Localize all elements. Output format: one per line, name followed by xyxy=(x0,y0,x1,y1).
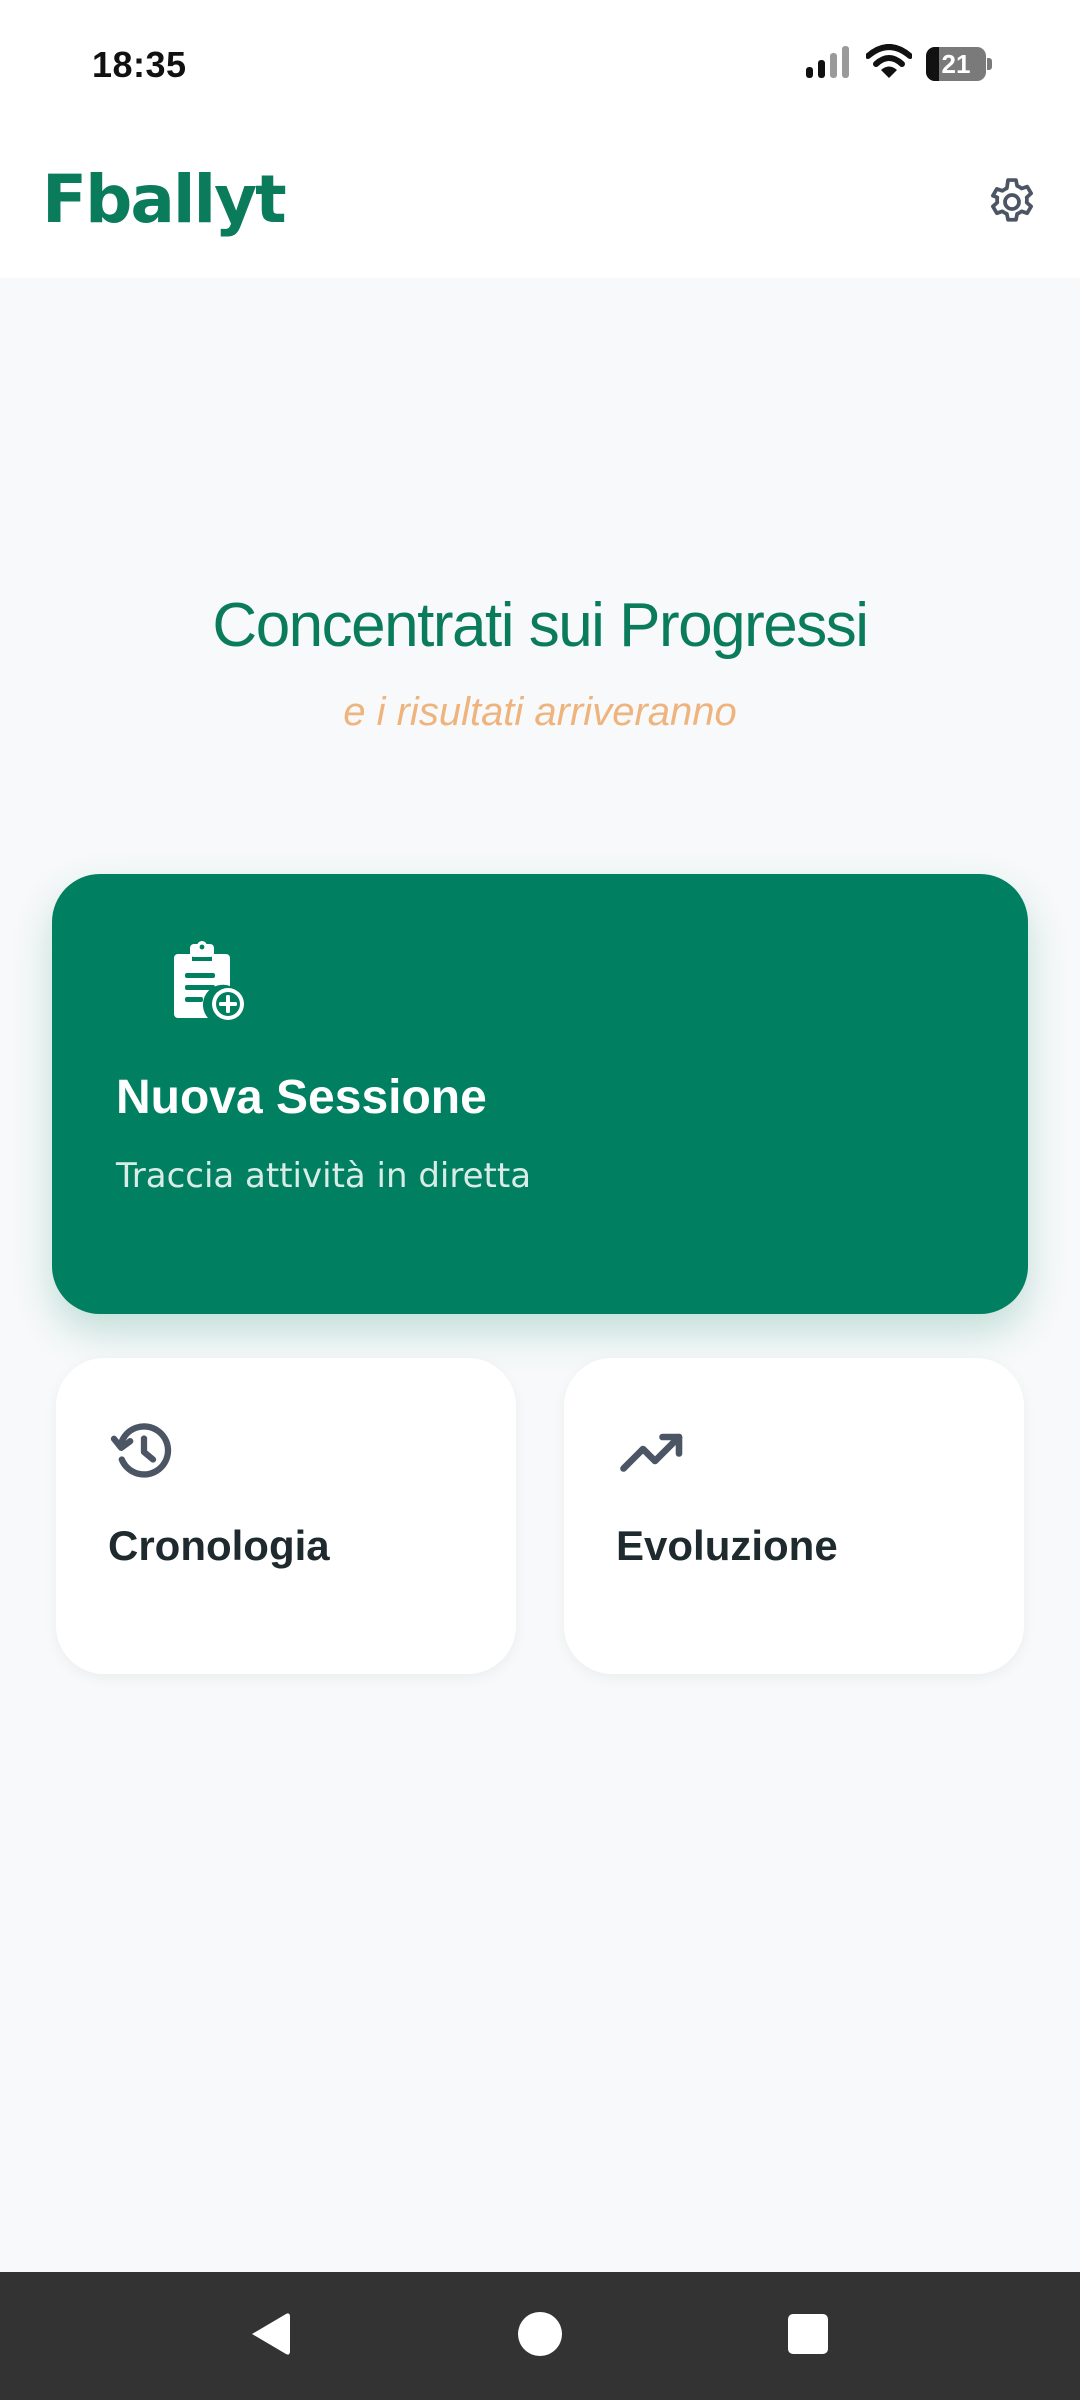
evolution-title: Evoluzione xyxy=(616,1522,838,1569)
status-time: 18:35 xyxy=(92,44,187,85)
recents-icon xyxy=(787,2313,829,2360)
evolution-card[interactable]: Evoluzione xyxy=(564,1358,1024,1674)
wifi-icon xyxy=(865,43,913,85)
hero-title: Concentrati sui Progressi xyxy=(212,591,869,660)
history-card[interactable]: Cronologia xyxy=(56,1358,516,1674)
home-icon xyxy=(517,2311,563,2362)
new-session-card[interactable]: Nuova Sessione Traccia attività in diret… xyxy=(52,874,1028,1314)
app-header: Fballyt xyxy=(0,130,1080,278)
battery-icon: 21 xyxy=(926,47,992,81)
back-icon xyxy=(246,2309,294,2364)
status-icons: 21 xyxy=(804,43,992,85)
back-button[interactable] xyxy=(238,2304,302,2368)
app-logo: Fballyt xyxy=(42,161,287,238)
history-icon xyxy=(108,1416,180,1488)
new-session-description: Traccia attività in diretta xyxy=(116,1156,532,1196)
battery-level: 21 xyxy=(941,49,971,79)
trending-up-icon xyxy=(616,1416,688,1488)
settings-button[interactable] xyxy=(980,172,1044,236)
gear-icon xyxy=(984,174,1040,235)
history-title: Cronologia xyxy=(108,1522,330,1569)
system-nav-bar xyxy=(0,2272,1080,2400)
cellular-signal-icon xyxy=(804,45,852,84)
home-button[interactable] xyxy=(508,2304,572,2368)
recents-button[interactable] xyxy=(776,2304,840,2368)
status-bar: 18:35 21 xyxy=(0,0,1080,130)
clipboard-add-icon xyxy=(168,940,258,1030)
hero-subtitle: e i risultati arriveranno xyxy=(343,690,737,734)
new-session-title: Nuova Sessione xyxy=(116,1071,487,1124)
